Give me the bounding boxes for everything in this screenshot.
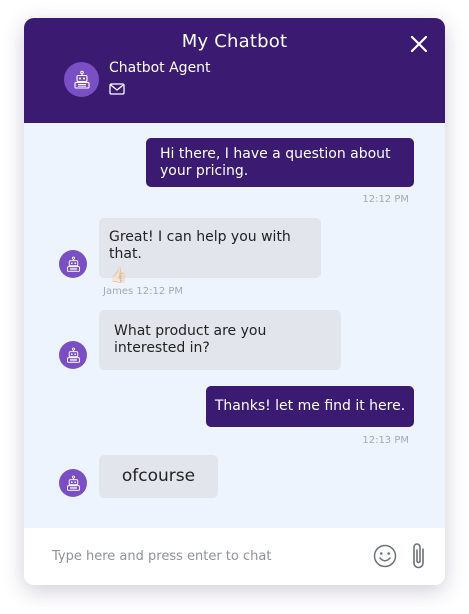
robot-icon — [73, 70, 90, 89]
robot-icon — [66, 347, 80, 363]
close-icon[interactable] — [410, 35, 428, 53]
message-text: Great! I can help you with that. — [109, 229, 291, 262]
message-text: Thanks! let me find it here. — [214, 398, 406, 414]
message-text: Hi there, I have a question about your p… — [160, 146, 391, 179]
agent-name: Chatbot Agent — [109, 60, 211, 76]
user-message: Thanks! let me find it here. — [206, 386, 414, 427]
bot-avatar — [59, 250, 87, 278]
agent-avatar — [64, 62, 99, 97]
robot-icon — [66, 256, 80, 272]
message-time: 12:13 PM — [362, 435, 409, 446]
user-message: Hi there, I have a question about your p… — [146, 138, 414, 187]
mail-icon[interactable] — [109, 82, 125, 96]
bot-message: What product are you interested in? — [99, 310, 341, 370]
message-time: 12:12 PM — [362, 194, 409, 205]
bot-avatar — [59, 469, 87, 497]
message-text: ofcourse — [121, 466, 196, 486]
chat-input-bar — [24, 528, 445, 585]
robot-icon — [66, 475, 80, 491]
chat-input[interactable] — [50, 542, 350, 570]
paperclip-icon[interactable] — [410, 541, 428, 571]
bot-message: Great! I can help you with that. 👍🏻 — [99, 218, 321, 284]
chat-widget: My Chatbot Chatbot Agent Hi there, I hav… — [24, 18, 445, 585]
chat-header: My Chatbot Chatbot Agent — [24, 18, 445, 123]
smiley-icon[interactable] — [373, 544, 397, 568]
message-text: What product are you interested in? — [114, 323, 267, 356]
chat-title: My Chatbot — [181, 31, 288, 52]
message-meta: James 12:12 PM — [103, 286, 184, 297]
bot-avatar — [59, 341, 87, 369]
bot-message: ofcourse — [99, 455, 218, 498]
thumbs-up-emoji: 👍🏻 — [109, 266, 128, 284]
